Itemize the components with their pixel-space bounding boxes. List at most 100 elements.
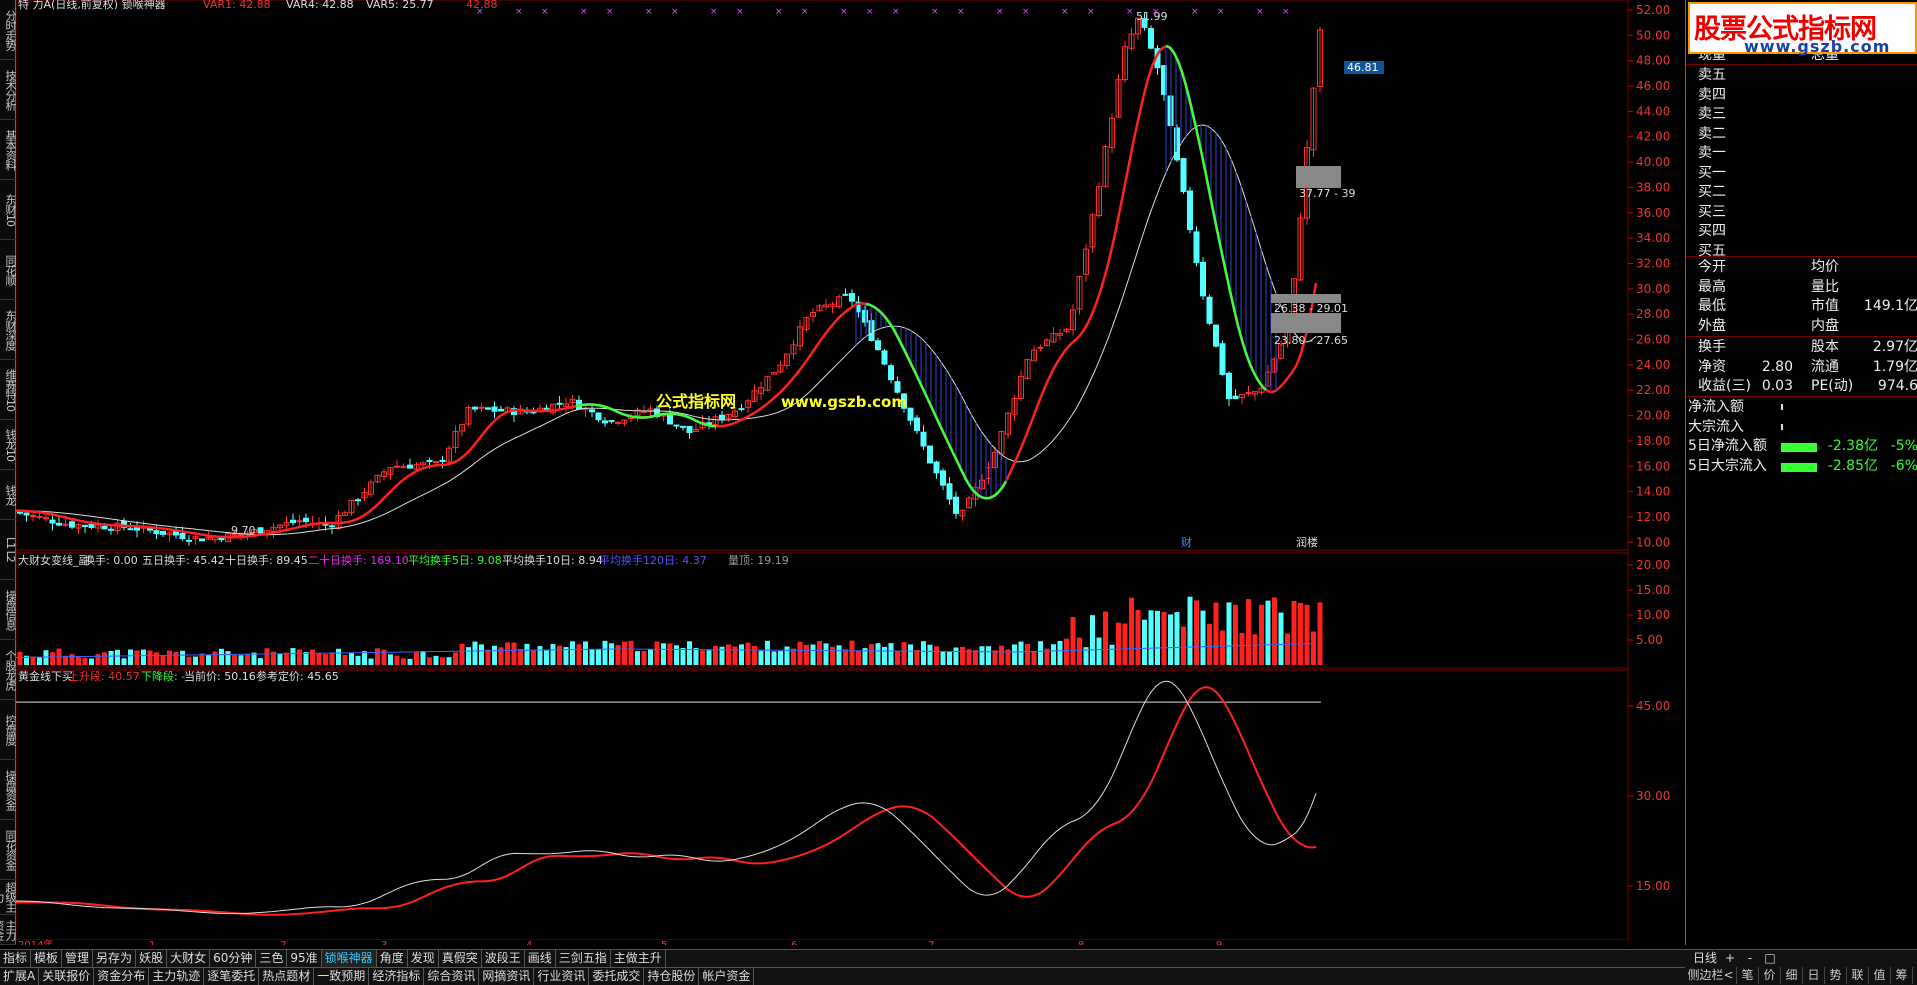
volume-bar bbox=[758, 650, 764, 665]
volume-bar bbox=[687, 641, 692, 665]
nav-button[interactable]: □ bbox=[1763, 950, 1777, 967]
side-tab-7[interactable]: 维赛特10 bbox=[0, 360, 16, 420]
nav-button[interactable]: + bbox=[1723, 950, 1737, 967]
bottom-right-tab[interactable]: 价 bbox=[1759, 967, 1781, 984]
volume-bar bbox=[89, 658, 94, 665]
indicator-tab[interactable]: 锁喉神器 bbox=[321, 950, 377, 967]
indicator-tab[interactable]: 60分钟 bbox=[210, 950, 257, 967]
info-tab[interactable]: 关联报价 bbox=[39, 968, 95, 985]
indicator-tab[interactable]: 管理 bbox=[62, 950, 94, 967]
candle-body bbox=[179, 533, 186, 540]
indicator-tab[interactable]: 妖股 bbox=[136, 950, 168, 967]
volume-bar bbox=[752, 645, 757, 665]
price-tick-label: 50.00 bbox=[1636, 28, 1670, 42]
info-tab[interactable]: 资金分布 bbox=[94, 968, 150, 985]
side-tab-9[interactable]: 钱龙 bbox=[0, 470, 16, 520]
indicator-tab[interactable]: 另存为 bbox=[93, 950, 137, 967]
volume-bar bbox=[1090, 615, 1095, 665]
candle-body bbox=[1232, 395, 1239, 400]
info-tab[interactable]: 持仓股份 bbox=[644, 968, 700, 985]
volume-bar bbox=[1304, 604, 1310, 665]
volume-bar bbox=[284, 652, 289, 665]
info-tab[interactable]: 经济指标 bbox=[369, 968, 425, 985]
period-label[interactable]: 日线 bbox=[1693, 951, 1717, 965]
volume-bar bbox=[1057, 640, 1063, 665]
side-tab-14[interactable]: 操盘资金 bbox=[0, 760, 16, 820]
volume-bar bbox=[609, 643, 614, 665]
side-tab-12[interactable]: 个股龙虎 bbox=[0, 640, 16, 700]
bottom-right-tab[interactable]: 势 bbox=[1825, 967, 1847, 984]
order-row: 买三 bbox=[1686, 203, 1917, 222]
side-tab-11[interactable]: 操盘信息 bbox=[0, 580, 16, 640]
side-tab-1[interactable]: 分时走势 bbox=[0, 0, 16, 60]
bottom-right-tab[interactable]: 日 bbox=[1803, 967, 1825, 984]
indicator-tab[interactable]: 画线 bbox=[525, 950, 556, 967]
info-tab[interactable]: 网摘资讯 bbox=[479, 968, 535, 985]
bottom-right-tab[interactable]: 笔 bbox=[1737, 967, 1759, 984]
indicator-tab[interactable]: 波段王 bbox=[482, 950, 525, 967]
kline-chart[interactable]: 52.00 50.00 48.00 46.00 44.00 42.00 40.00 38.00… bbox=[16, 0, 1685, 945]
side-tab-6[interactable]: 东财深度 bbox=[0, 300, 16, 360]
side-tab-5[interactable]: 同花顺 bbox=[0, 240, 16, 300]
indicator-tab[interactable]: 95准 bbox=[287, 950, 322, 967]
candle-body bbox=[1187, 190, 1193, 231]
stats-row-cell: 均价 bbox=[1811, 259, 1839, 275]
bottom-right-tab[interactable]: 值 bbox=[1869, 967, 1891, 984]
side-tab-10[interactable]: L1 L2 bbox=[0, 520, 16, 580]
bottom-right-tab[interactable]: 细 bbox=[1781, 967, 1803, 984]
candle-body bbox=[738, 408, 745, 411]
info-tab[interactable]: 行业资讯 bbox=[534, 968, 590, 985]
nav-button[interactable]: - bbox=[1743, 950, 1757, 967]
side-tab-13[interactable]: 控盘度 bbox=[0, 700, 16, 760]
side-tab-16[interactable]: 超级主力 bbox=[0, 880, 16, 915]
indicator-tab[interactable]: 发现 bbox=[408, 950, 439, 967]
info-tab[interactable]: 综合资讯 bbox=[424, 968, 480, 985]
info-tab[interactable]: 帐户资金 bbox=[699, 968, 755, 985]
side-tab-2[interactable]: 技术分析 bbox=[0, 60, 16, 120]
order-row: 买一 bbox=[1686, 164, 1917, 183]
order-row-cell: 卖三 bbox=[1698, 106, 1726, 122]
indicator-tab[interactable]: 模板 bbox=[31, 950, 63, 967]
volume-bar bbox=[882, 646, 887, 665]
candle-body bbox=[303, 517, 309, 523]
candle-body bbox=[82, 524, 88, 527]
vol-tick-label: 20.00 bbox=[1636, 558, 1670, 572]
vol-header-f2: 五日换手: 45.42 bbox=[142, 553, 225, 567]
order-row: 卖二 bbox=[1686, 125, 1917, 144]
vol-header-f3: 十日换手: 89.45 bbox=[225, 553, 308, 567]
indicator-tab[interactable]: 大财女 bbox=[167, 950, 211, 967]
info-tab[interactable]: 扩展A bbox=[0, 968, 40, 985]
gold-tick-label: 15.00 bbox=[1636, 879, 1670, 893]
price-tick-label: 18.00 bbox=[1636, 434, 1670, 448]
stats2-row-cell: 换手 bbox=[1698, 339, 1726, 355]
info-tab[interactable]: 主力轨迹 bbox=[149, 968, 205, 985]
flow-row-cell: -5% bbox=[1890, 438, 1917, 454]
volume-bar bbox=[466, 647, 471, 665]
indicator-tab[interactable]: 真假突 bbox=[439, 950, 482, 967]
signal-marker: × bbox=[1191, 7, 1199, 17]
info-tab[interactable]: 逐笔委托 bbox=[204, 968, 260, 985]
bottom-right-tab[interactable]: 侧边栏< bbox=[1685, 967, 1737, 984]
stats2-row-cell: 股本 bbox=[1811, 339, 1839, 355]
signal-marker: × bbox=[957, 7, 965, 17]
info-tabs: 扩展A 关联报价 资金分布 主力轨迹 逐笔委托 热点题材 一致预期 经济指标 综合资讯 网摘资讯行… bbox=[0, 967, 1685, 985]
candle-body bbox=[43, 517, 49, 520]
side-tab-3[interactable]: 基本资料 bbox=[0, 120, 16, 180]
indicator-tab[interactable]: 三色 bbox=[256, 950, 288, 967]
info-tab[interactable]: 委托成交 bbox=[589, 968, 645, 985]
side-tab-8[interactable]: 钱龙10 bbox=[0, 420, 16, 470]
volume-bar bbox=[186, 656, 192, 665]
indicator-tab[interactable]: 主做主升 bbox=[611, 950, 666, 967]
info-tab[interactable]: 热点题材 bbox=[259, 968, 315, 985]
indicator-tab[interactable]: 角度 bbox=[377, 950, 408, 967]
bottom-right-tab[interactable]: 筹 bbox=[1891, 967, 1913, 984]
side-tab-15[interactable]: 同花资金 bbox=[0, 820, 16, 880]
info-tab[interactable]: 一致预期 bbox=[314, 968, 370, 985]
side-tab-17[interactable]: 主力资金 bbox=[0, 915, 16, 945]
time-month: 7 bbox=[928, 940, 934, 945]
indicator-tab[interactable]: 指标 bbox=[0, 950, 32, 967]
bottom-right-tab[interactable]: 联 bbox=[1847, 967, 1869, 984]
side-tab-4[interactable]: 东财10 bbox=[0, 180, 16, 240]
indicator-tab[interactable]: 三剑五指 bbox=[556, 950, 611, 967]
candle-body bbox=[56, 522, 62, 526]
